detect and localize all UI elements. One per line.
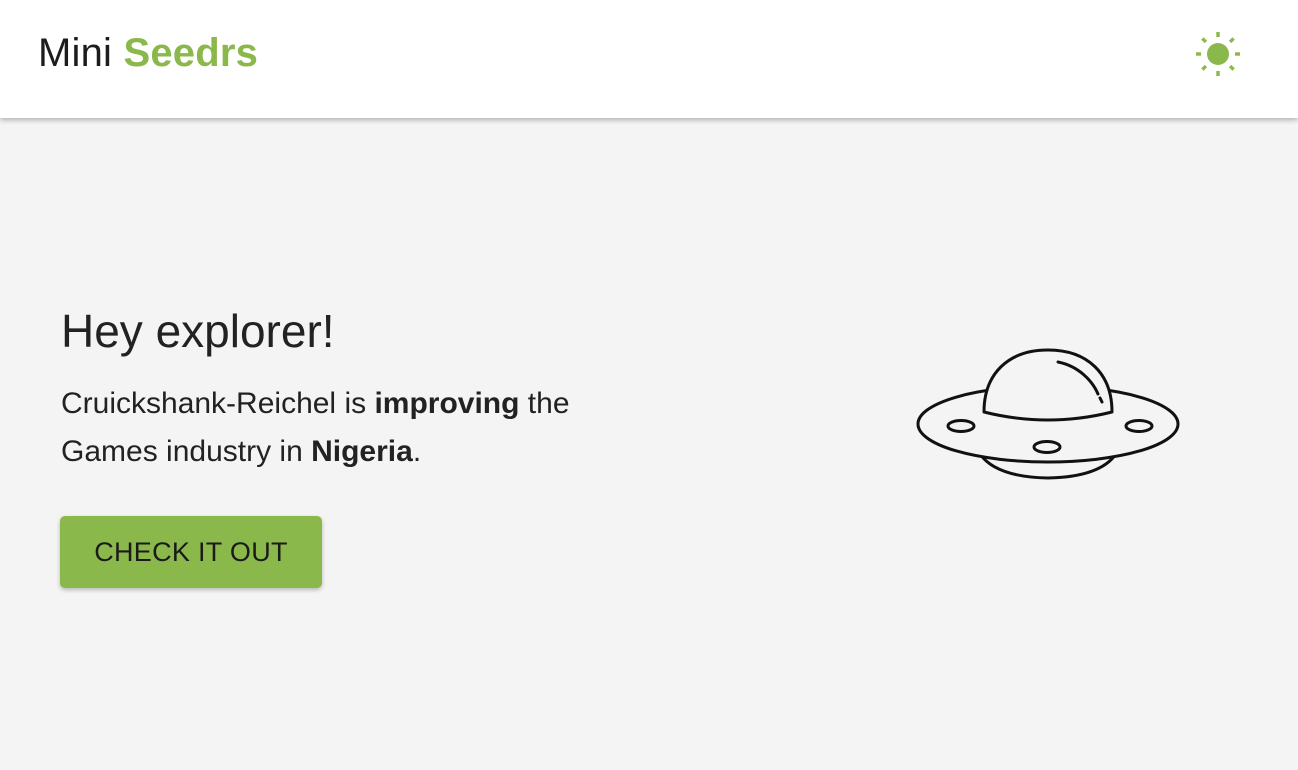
- hero-title: Hey explorer!: [61, 305, 335, 357]
- theme-toggle-button[interactable]: [1192, 28, 1244, 80]
- app-root: Mini Seedrs Hey explorer! Cruickshank-Re…: [0, 0, 1298, 770]
- sentence-end: .: [412, 435, 422, 468]
- country-highlight: Nigeria: [311, 435, 413, 468]
- verb-highlight: improving: [374, 387, 520, 420]
- brand-name-mini: Mini: [38, 31, 113, 75]
- sun-icon: [1196, 32, 1240, 76]
- top-bar: Mini Seedrs: [0, 0, 1298, 118]
- hero-description: Cruickshank-Reichel is improving the Gam…: [61, 380, 641, 476]
- ufo-icon: [916, 348, 1180, 480]
- industry-text: Games industry in: [61, 435, 312, 468]
- brand-logo[interactable]: Mini Seedrs: [38, 30, 258, 76]
- company-name: Cruickshank-Reichel: [61, 387, 337, 420]
- text-connector: the: [519, 387, 570, 420]
- text-connector: is: [336, 387, 375, 420]
- hero-section: Hey explorer! Cruickshank-Reichel is imp…: [0, 118, 1298, 770]
- brand-name-seedrs: Seedrs: [123, 31, 259, 75]
- check-it-out-button[interactable]: CHECK IT OUT: [60, 516, 322, 588]
